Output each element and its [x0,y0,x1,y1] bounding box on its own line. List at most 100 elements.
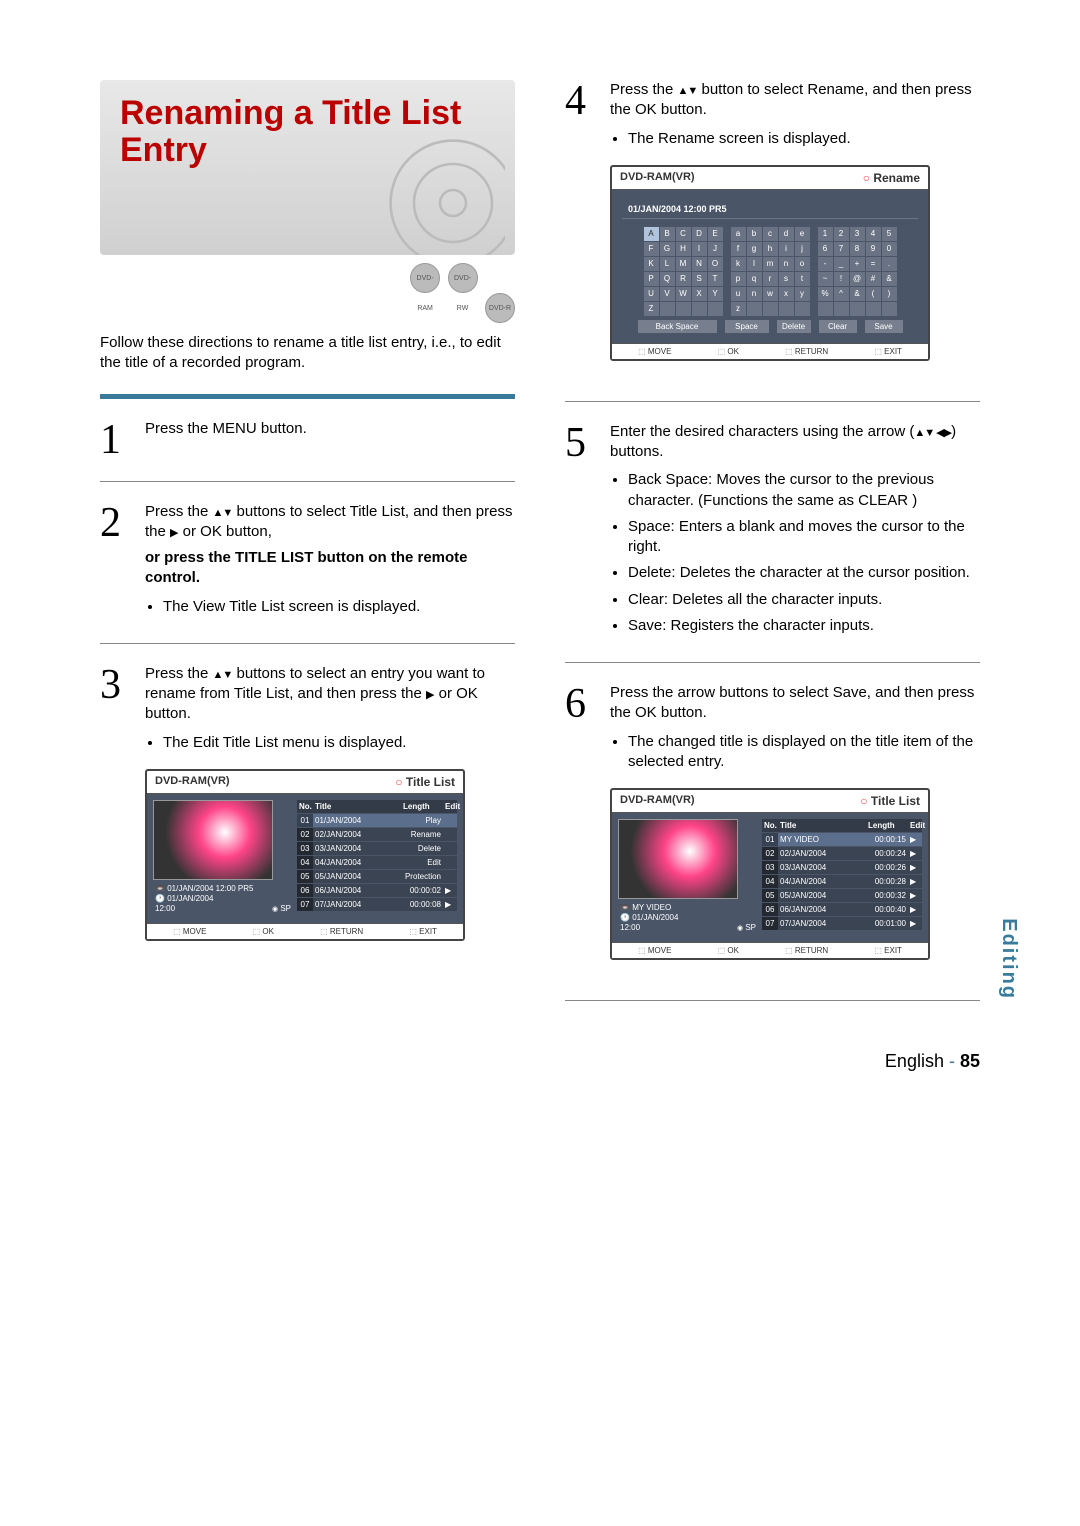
disc-icon: DVD-RAM [410,263,440,293]
step-bullet: Delete: Deletes the character at the cur… [628,563,980,583]
keyboard-key: P [644,272,659,286]
keyboard-key: G [660,242,675,256]
keyboard-key: f [731,242,746,256]
step-number: 5 [565,422,595,642]
keyboard-key [708,302,723,316]
shot-footer: MOVE OK RETURN EXIT [612,343,928,359]
shot-title: Title List [860,794,920,808]
table-row: 0303/JAN/2004Delete [297,842,457,855]
keyboard-key: = [866,257,881,271]
keyboard-key: H [676,242,691,256]
keyboard-key: ( [866,287,881,301]
keyboard-key: O [708,257,723,271]
table-row: 0707/JAN/200400:01:00▶ [762,917,922,930]
step-3: 3 Press the buttons to select an entry y… [100,664,515,759]
step-number: 4 [565,80,595,155]
keyboard-key [866,302,881,316]
keyboard-key: X [692,287,707,301]
rename-subtitle: 01/JAN/2004 12:00 PR5 [622,200,918,219]
keyboard-key: ) [882,287,897,301]
clear-key: Clear [819,320,857,333]
table-row: 0101/JAN/2004Play [297,814,457,827]
keyboard-key [692,302,707,316]
keyboard-key: y [795,287,810,301]
keyboard-key: V [660,287,675,301]
step-text: Press the button to select Rename, and t… [610,80,980,155]
keyboard-key: - [818,257,833,271]
keyboard-key [850,302,865,316]
step-1: 1 Press the MENU button. [100,419,515,461]
keyboard-key: k [731,257,746,271]
updown-icon [213,503,233,520]
keyboard-key: % [818,287,833,301]
keyboard-key: r [763,272,778,286]
step-text: Enter the desired characters using the a… [610,422,980,642]
keyboard-key: I [692,242,707,256]
updown-icon [213,665,233,682]
screenshot-result: DVD-RAM(VR) Title List 📼 MY VIDEO 🕐 01/J… [610,788,930,960]
keyboard-key: s [779,272,794,286]
keyboard-key: E [708,227,723,241]
keyboard-key: 1 [818,227,833,241]
screenshot-title-list: DVD-RAM(VR) Title List 📼 01/JAN/2004 12:… [145,769,465,941]
table-row: 0202/JAN/2004Rename [297,828,457,841]
keyboard-key: F [644,242,659,256]
keyboard-key [676,302,691,316]
keyboard-key: j [795,242,810,256]
keyboard-key: l [747,257,762,271]
step-6: 6 Press the arrow buttons to select Save… [565,683,980,778]
keyboard-key [660,302,675,316]
keyboard-key: ^ [834,287,849,301]
keyboard-key: & [850,287,865,301]
screenshot-rename: DVD-RAM(VR) Rename 01/JAN/2004 12:00 PR5… [610,165,930,361]
keyboard-key: . [882,257,897,271]
step-text: Press the buttons to select an entry you… [145,664,515,759]
keyboard-key: @ [850,272,865,286]
keyboard-key [882,302,897,316]
table-row: 0404/JAN/2004Edit [297,856,457,869]
step-bold: or press the TITLE LIST button on the re… [145,548,515,589]
keyboard-key: B [660,227,675,241]
keyboard-key: Z [644,302,659,316]
shot-title: Rename [863,171,920,185]
keyboard-key [763,302,778,316]
table-header: No. Title Length Edit [297,800,457,813]
updown-icon [678,81,698,98]
step-bullet: The View Title List screen is displayed. [163,597,515,617]
keyboard-key: K [644,257,659,271]
keyboard-key [818,302,833,316]
keyboard-key: T [708,272,723,286]
keyboard-key: w [763,287,778,301]
disc-icon: DVD-RW [448,263,478,293]
keyboard-key: 8 [850,242,865,256]
shot-device: DVD-RAM(VR) [620,794,695,808]
page-footer: English - 85 [100,1051,980,1072]
keyboard-key: L [660,257,675,271]
keyboard-key: d [779,227,794,241]
keyboard-key: 5 [882,227,897,241]
keyboard-key: N [692,257,707,271]
step-text: Press the arrow buttons to select Save, … [610,683,980,778]
table-row: 0707/JAN/200400:00:08▶ [297,898,457,911]
shot-title: Title List [395,775,455,789]
thumbnail-image [153,800,273,880]
table-row: 0505/JAN/2004Protection [297,870,457,883]
keyboard-key: # [866,272,881,286]
step-2: 2 Press the buttons to select Title List… [100,502,515,623]
thumbnail-image [618,819,738,899]
keyboard-key: R [676,272,691,286]
table-row: 0404/JAN/200400:00:28▶ [762,875,922,888]
step-bullet: Space: Enters a blank and moves the curs… [628,517,980,558]
keyboard-key: h [763,242,778,256]
keyboard-key: n [779,257,794,271]
table-row: 0606/JAN/200400:00:40▶ [762,903,922,916]
step-bullet: The changed title is displayed on the ti… [628,732,980,773]
step-bullet: Save: Registers the character inputs. [628,616,980,636]
disc-icon: DVD-R [485,293,515,323]
intro-text: Follow these directions to rename a titl… [100,333,515,399]
keyboard-key: S [692,272,707,286]
shot-info: 📼 MY VIDEO 🕐 01/JAN/2004 12:00 ◉ SP [620,903,756,932]
table-rows: 0101/JAN/2004Play0202/JAN/2004Rename0303… [297,814,457,911]
keyboard-key: 9 [866,242,881,256]
play-icon [170,523,178,540]
